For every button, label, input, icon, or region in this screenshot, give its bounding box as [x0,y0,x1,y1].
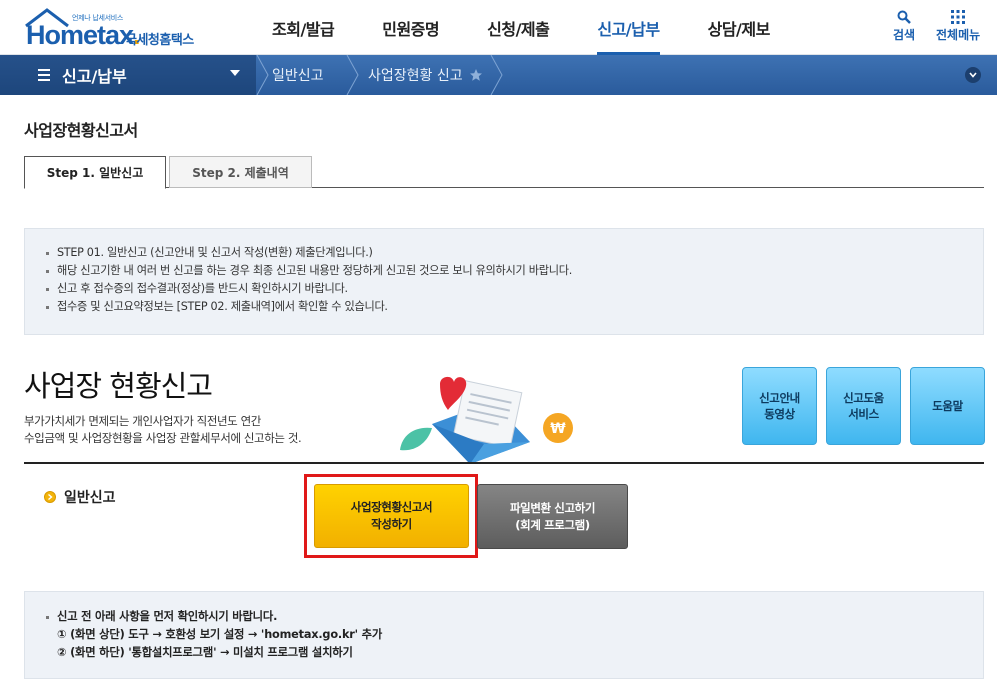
button-label-line: 신고안내 [759,391,800,405]
file-conversion-report-button[interactable]: 파일변환 신고하기 (회계 프로그램) [477,484,628,549]
nav-inquiry-issue[interactable]: 조회/발급 [248,0,358,55]
nav-application-submit[interactable]: 신청/제출 [463,0,573,55]
logo-korean-name: 국세청홈택스 [125,33,194,48]
top-header: 언제나 납세서비스 Hometax. 국세청홈택스 조회/발급 민원증명 신청/… [0,0,997,55]
breadcrumb-separator-icon [346,55,359,95]
chevron-down-icon [969,72,977,78]
hero-desc-line: 수입금액 및 사업장현황을 사업장 관할세무서에 신고하는 것. [24,431,302,445]
search-label: 검색 [893,28,916,42]
tab-step2-submission-history[interactable]: Step 2. 제출내역 [169,156,312,188]
report-guide-video-button[interactable]: 신고안내동영상 [742,367,817,445]
button-label-line: 파일변환 신고하기 [509,500,596,515]
hero-description: 부가가치세가 면제되는 개인사업자가 직전년도 연간 수입금액 및 사업장현황을… [24,413,302,447]
breadcrumb-separator-icon [490,55,503,95]
envelope-heart-illustration: ₩ [400,376,573,464]
arrow-bullet-icon [44,491,56,503]
breadcrumb-separator-icon [256,55,269,95]
info-item: 접수증 및 신고요약정보는 [STEP 02. 제출내역]에서 확인할 수 있습… [43,298,983,316]
nav-report-payment[interactable]: 신고/납부 [573,0,683,55]
section-divider [24,462,984,464]
breadcrumb-business-status-report[interactable]: 사업장현황 신고 [368,55,483,95]
button-label-line: 신고도움 [843,391,884,405]
hero-desc-line: 부가가치세가 면제되는 개인사업자가 직전년도 연간 [24,414,261,428]
all-menu-button[interactable]: 전체메뉴 [936,8,980,43]
pre-check-notice-box: 신고 전 아래 사항을 먼저 확인하시기 바랍니다. ① (화면 상단) 도구 … [24,591,984,679]
svg-text:₩: ₩ [550,421,566,437]
notice-line: ① (화면 상단) 도구 → 호환성 보기 설정 → 'hometax.go.k… [57,628,383,641]
hero-title: 사업장 현황신고 [24,369,213,403]
breadcrumb-general-report[interactable]: 일반신고 [272,55,324,95]
button-label-line: (회계 프로그램) [515,517,590,532]
all-menu-label: 전체메뉴 [936,28,981,42]
category-menu-dropdown[interactable]: 신고/납부 [0,55,256,95]
button-label-line: 도움말 [932,399,963,413]
button-label-line: 서비스 [848,407,879,421]
star-favorite-icon[interactable] [469,68,483,82]
notice-line: ② (화면 하단) '통합설치프로그램' → 미설치 프로그램 설치하기 [57,646,353,659]
expand-chevron-button[interactable] [965,67,981,83]
search-icon [897,8,911,26]
page-title: 사업장현황신고서 [24,121,138,140]
guide-info-box: STEP 01. 일반신고 (신고안내 및 신고서 작성(변환) 제출단계입니다… [24,228,984,335]
grid-menu-icon [951,8,966,26]
step-tabs: Step 1. 일반신고 Step 2. 제출내역 [24,156,984,189]
leaf-icon [400,427,432,451]
write-business-status-report-button[interactable]: 사업장현황신고서작성하기 [314,484,469,548]
info-item: 신고 후 접수증의 접수결과(정상)를 반드시 확인하시기 바랍니다. [43,280,983,298]
info-item: STEP 01. 일반신고 (신고안내 및 신고서 작성(변환) 제출단계입니다… [43,244,983,262]
nav-consult-report[interactable]: 상담/제보 [684,0,794,55]
help-button[interactable]: 도움말 [910,367,985,445]
search-button[interactable]: 검색 [893,8,915,43]
button-label-line: 작성하기 [371,517,412,531]
notice-line: 신고 전 아래 사항을 먼저 확인하시기 바랍니다. [45,608,983,626]
section-label-text: 일반신고 [64,490,116,506]
dropdown-caret-icon [230,70,240,76]
main-nav: 조회/발급 민원증명 신청/제출 신고/납부 상담/제보 [248,0,794,55]
info-item: 해당 신고기한 내 여러 번 신고를 하는 경우 최종 신고된 내용만 정당하게… [43,262,983,280]
logo-brand: Hometax. [26,20,140,50]
report-help-service-button[interactable]: 신고도움서비스 [826,367,901,445]
hamburger-icon [38,69,50,81]
hometax-logo[interactable]: 언제나 납세서비스 Hometax. 국세청홈택스 [24,8,214,50]
button-label-line: 동영상 [764,407,795,421]
sub-nav-bar: 신고/납부 일반신고 사업장현황 신고 [0,55,997,95]
nav-civil-certificate[interactable]: 민원증명 [358,0,463,55]
breadcrumb-label: 사업장현황 신고 [368,68,463,84]
button-label-line: 사업장현황신고서 [350,500,433,514]
category-menu-label: 신고/납부 [62,67,127,86]
tab-step1-general-report[interactable]: Step 1. 일반신고 [24,156,166,189]
general-report-section-label: 일반신고 [44,487,116,507]
